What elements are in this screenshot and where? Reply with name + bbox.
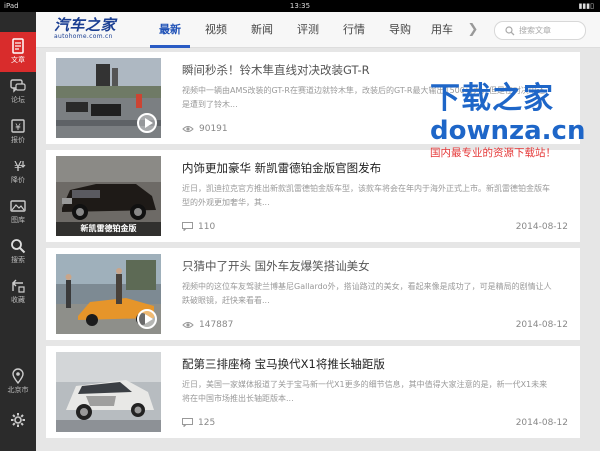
thumbnail-caption: 新凯雷德铂金版 xyxy=(56,222,161,236)
autohome-logo[interactable]: 汽车之家 autohome.com.cn xyxy=(54,17,146,43)
sidebar-item-gallery[interactable]: 图库 xyxy=(0,192,36,232)
tab-buying-guide[interactable]: 导购 xyxy=(380,12,420,48)
sidebar-item-price[interactable]: ¥ 报价 xyxy=(0,112,36,152)
gallery-icon xyxy=(10,200,26,212)
article-thumbnail: 新凯雷德铂金版 xyxy=(56,156,161,236)
view-count-value: 147887 xyxy=(199,320,234,330)
article-date: 2014-08-12 xyxy=(515,222,568,232)
sidebar-item-label: 报价 xyxy=(11,136,25,144)
article-title[interactable]: 瞬间秒杀！铃木隼直线对决改装GT-R xyxy=(182,62,572,78)
svg-text:¥: ¥ xyxy=(14,160,22,174)
downza-watermark: 下载之家 downza.cn 国内最专业的资源下载站！ xyxy=(430,82,598,160)
comment-count-value: 110 xyxy=(198,222,216,232)
tab-car-use[interactable]: 用车 xyxy=(424,12,460,48)
comment-count: 110 xyxy=(182,222,215,232)
discount-icon: ¥ xyxy=(14,160,26,174)
forum-icon xyxy=(10,79,26,93)
article-date: 2014-08-12 xyxy=(515,320,568,330)
article-thumbnail xyxy=(56,58,161,138)
search-placeholder: 搜索文章 xyxy=(519,26,551,35)
comment-icon xyxy=(182,222,193,231)
sidebar-item-articles[interactable]: 文章 xyxy=(0,32,36,72)
sidebar-item-forum[interactable]: 论坛 xyxy=(0,72,36,112)
article-title[interactable]: 只猜中了开头 国外车友爆笑搭讪美女 xyxy=(182,258,572,274)
view-count-value: 90191 xyxy=(199,124,228,134)
article-thumbnail xyxy=(56,352,161,432)
article-card[interactable]: 只猜中了开头 国外车友爆笑搭讪美女 视频中的这位车友驾驶兰博基尼Gallardo… xyxy=(46,248,580,340)
sidebar-item-label: 降价 xyxy=(11,176,25,184)
play-video-icon[interactable] xyxy=(137,309,157,329)
gear-icon xyxy=(11,413,25,427)
play-video-icon[interactable] xyxy=(137,113,157,133)
tab-reviews[interactable]: 评测 xyxy=(288,12,328,48)
eye-icon xyxy=(182,321,194,328)
battery-icon: ▮▮▮▯ xyxy=(578,2,594,10)
svg-text:¥: ¥ xyxy=(15,123,21,133)
location-pin-icon xyxy=(12,368,24,384)
view-count: 147887 xyxy=(182,320,233,330)
article-title[interactable]: 内饰更加豪华 新凯雷德铂金版官图发布 xyxy=(182,160,572,176)
comment-count: 125 xyxy=(182,418,215,428)
search-input[interactable]: 搜索文章 xyxy=(494,21,586,40)
watermark-title: 下载之家 xyxy=(430,81,554,116)
eye-icon xyxy=(182,125,194,132)
price-icon: ¥ xyxy=(11,119,25,133)
article-card[interactable]: 配第三排座椅 宝马换代X1将推长轴距版 近日，美国一家媒体报道了关于宝马新一代X… xyxy=(46,346,580,438)
city-label: 北京市 xyxy=(7,386,29,394)
view-count: 90191 xyxy=(182,124,228,134)
comment-icon xyxy=(182,418,193,427)
star-icon xyxy=(12,279,25,293)
sidebar-item-favorites[interactable]: 收藏 xyxy=(0,272,36,312)
search-icon xyxy=(11,239,26,254)
chevron-right-icon[interactable]: ❯ xyxy=(465,22,481,38)
tab-market[interactable]: 行情 xyxy=(334,12,374,48)
sidebar-item-search[interactable]: 搜索 xyxy=(0,232,36,272)
article-card[interactable]: 新凯雷德铂金版 内饰更加豪华 新凯雷德铂金版官图发布 近日，凯迪拉克官方推出新款… xyxy=(46,150,580,242)
article-date: 2014-08-12 xyxy=(515,418,568,428)
comment-count-value: 125 xyxy=(198,418,216,428)
watermark-domain: downza.cn xyxy=(430,116,586,146)
article-title[interactable]: 配第三排座椅 宝马换代X1将推长轴距版 xyxy=(182,356,572,372)
watermark-slogan: 国内最专业的资源下载站！ xyxy=(430,147,556,159)
tab-video[interactable]: 视频 xyxy=(196,12,236,48)
sidebar: 文章 论坛 ¥ 报价 ¥ 降价 图库 搜索 收藏 北京市 xyxy=(0,12,36,451)
document-icon xyxy=(12,38,24,54)
logo-text: 汽车之家 xyxy=(54,16,117,34)
sidebar-item-discount[interactable]: ¥ 降价 xyxy=(0,152,36,192)
article-summary: 近日，凯迪拉克官方推出新款凯雷德铂金版车型，该款车将会在年内于海外正式上市。新凯… xyxy=(182,184,550,207)
logo-subtext: autohome.com.cn xyxy=(54,33,113,40)
article-summary: 视频中的这位车友驾驶兰博基尼Gallardo外，搭讪路过的美女，看起来像是成功了… xyxy=(182,282,552,305)
top-bar: 汽车之家 autohome.com.cn 最新 视频 新闻 评测 行情 导购 用… xyxy=(36,12,600,48)
sidebar-item-label: 收藏 xyxy=(11,296,25,304)
sidebar-item-label: 图库 xyxy=(11,216,25,224)
status-bar: iPad 13:35 ▮▮▮▯ xyxy=(0,0,600,12)
tab-news[interactable]: 新闻 xyxy=(242,12,282,48)
settings-button[interactable] xyxy=(0,404,36,444)
city-selector[interactable]: 北京市 xyxy=(0,362,36,402)
sidebar-item-label: 文章 xyxy=(11,56,25,64)
sidebar-item-label: 论坛 xyxy=(11,96,25,104)
search-icon xyxy=(505,26,515,36)
tab-latest[interactable]: 最新 xyxy=(150,12,190,48)
clock: 13:35 xyxy=(289,2,311,10)
article-thumbnail xyxy=(56,254,161,334)
article-summary: 近日，美国一家媒体报道了关于宝马新一代X1更多的细节信息，其中值得大家注意的是，… xyxy=(182,380,548,403)
sidebar-item-label: 搜索 xyxy=(11,256,25,264)
